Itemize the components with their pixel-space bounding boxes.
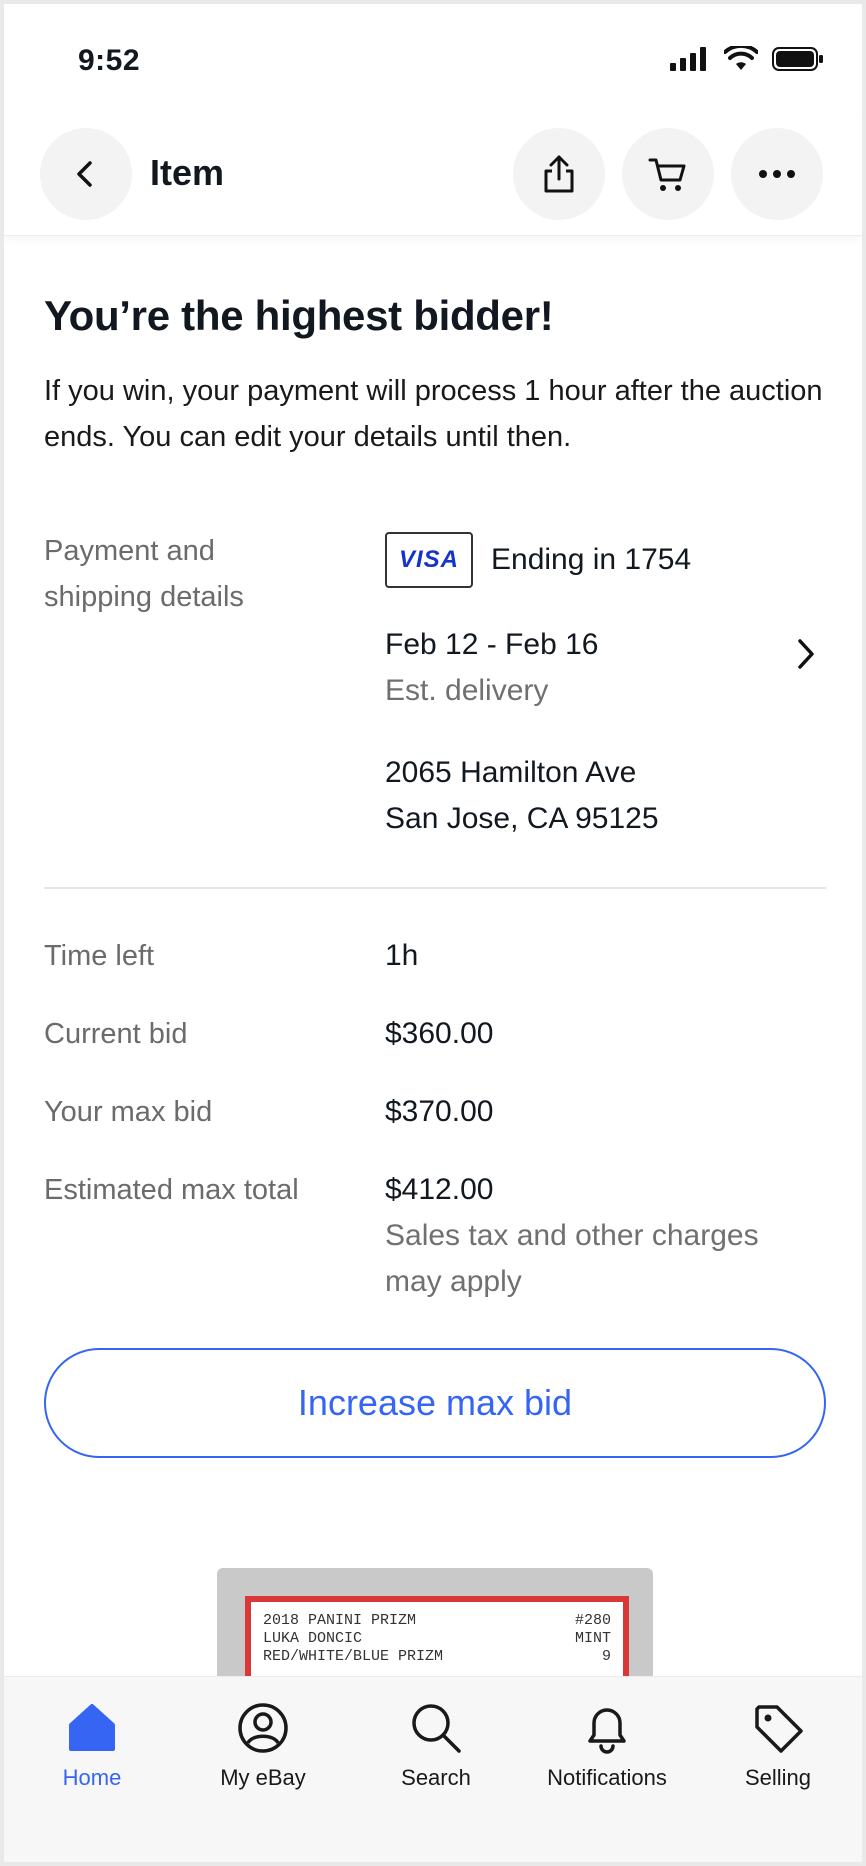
status-time: 9:52 bbox=[78, 44, 141, 77]
tax-note-line2: may apply bbox=[385, 1265, 522, 1298]
share-button[interactable] bbox=[513, 128, 605, 220]
more-horizontal-icon bbox=[759, 170, 795, 178]
time-left-label: Time left bbox=[44, 940, 155, 972]
share-icon bbox=[544, 155, 574, 193]
card-text: MINT bbox=[574, 1630, 611, 1647]
card-text: 2018 PANINI PRIZM bbox=[263, 1612, 417, 1629]
nav-my-ebay-label: My eBay bbox=[220, 1765, 306, 1790]
current-bid-value: $360.00 bbox=[385, 1017, 494, 1050]
item-image[interactable]: 2018 PANINI PRIZM #280 LUKA DONCIC MINT … bbox=[217, 1568, 653, 1676]
payment-info-text: If you win, your payment will process 1 … bbox=[44, 375, 823, 453]
tag-icon bbox=[755, 1705, 803, 1753]
nav-home[interactable]: Home bbox=[12, 1701, 172, 1821]
main-content: You’re the highest bidder! If you win, y… bbox=[4, 236, 862, 1676]
page-title: Item bbox=[150, 152, 225, 193]
time-left-value: 1h bbox=[385, 939, 419, 972]
card-slab-label: 2018 PANINI PRIZM #280 LUKA DONCIC MINT … bbox=[245, 1596, 629, 1676]
increase-max-bid-button[interactable]: Increase max bid bbox=[44, 1348, 826, 1458]
card-ending-text: Ending in 1754 bbox=[491, 543, 692, 576]
cart-icon bbox=[648, 158, 686, 191]
more-options-button[interactable] bbox=[731, 128, 823, 220]
wifi-icon bbox=[724, 46, 758, 70]
nav-search[interactable]: Search bbox=[356, 1701, 516, 1821]
delivery-dates: Feb 12 - Feb 16 bbox=[385, 628, 599, 661]
nav-home-label: Home bbox=[62, 1765, 122, 1790]
bell-icon bbox=[588, 1708, 626, 1754]
user-circle-icon bbox=[238, 1703, 288, 1753]
back-button[interactable] bbox=[40, 128, 132, 220]
address-line-2: San Jose, CA 95125 bbox=[385, 802, 659, 835]
estimated-total-label: Estimated max total bbox=[44, 1174, 299, 1206]
chevron-right-icon[interactable] bbox=[794, 636, 818, 672]
phone-screen: 9:52 Item You’re the highest bidder! If … bbox=[4, 4, 862, 1862]
visa-logo: VISA bbox=[385, 532, 473, 588]
bottom-navigation: Home My eBay Search Notifications Sellin… bbox=[4, 1676, 862, 1862]
address-line-1: 2065 Hamilton Ave bbox=[385, 756, 637, 789]
nav-selling[interactable]: Selling bbox=[698, 1701, 858, 1821]
current-bid-label: Current bid bbox=[44, 1018, 188, 1050]
payment-label-line2: shipping details bbox=[44, 581, 244, 613]
max-bid-label: Your max bid bbox=[44, 1096, 213, 1128]
nav-notifications[interactable]: Notifications bbox=[527, 1701, 687, 1821]
home-icon bbox=[69, 1704, 115, 1751]
nav-search-label: Search bbox=[401, 1765, 471, 1790]
signal-icon bbox=[670, 47, 706, 71]
card-text: RED/WHITE/BLUE PRIZM bbox=[263, 1648, 444, 1665]
tax-note-line1: Sales tax and other charges bbox=[385, 1219, 759, 1252]
estimated-total-value: $412.00 bbox=[385, 1173, 494, 1206]
nav-my-ebay[interactable]: My eBay bbox=[183, 1701, 343, 1821]
battery-icon bbox=[772, 47, 823, 71]
status-icons bbox=[670, 46, 824, 72]
card-text: #280 bbox=[574, 1612, 611, 1629]
search-icon bbox=[412, 1704, 461, 1753]
highest-bidder-heading: You’re the highest bidder! bbox=[44, 292, 554, 339]
status-bar: 9:52 bbox=[4, 4, 862, 116]
delivery-label: Est. delivery bbox=[385, 674, 549, 707]
card-text: 9 bbox=[601, 1648, 611, 1665]
section-divider bbox=[44, 887, 826, 889]
nav-selling-label: Selling bbox=[744, 1765, 812, 1790]
card-text: LUKA DONCIC bbox=[263, 1630, 363, 1647]
payment-label-line1: Payment and bbox=[44, 535, 215, 567]
top-app-bar: Item bbox=[4, 116, 862, 236]
cart-button[interactable] bbox=[622, 128, 714, 220]
max-bid-value: $370.00 bbox=[385, 1095, 494, 1128]
nav-notifications-label: Notifications bbox=[547, 1765, 667, 1790]
chevron-left-icon bbox=[77, 161, 92, 187]
